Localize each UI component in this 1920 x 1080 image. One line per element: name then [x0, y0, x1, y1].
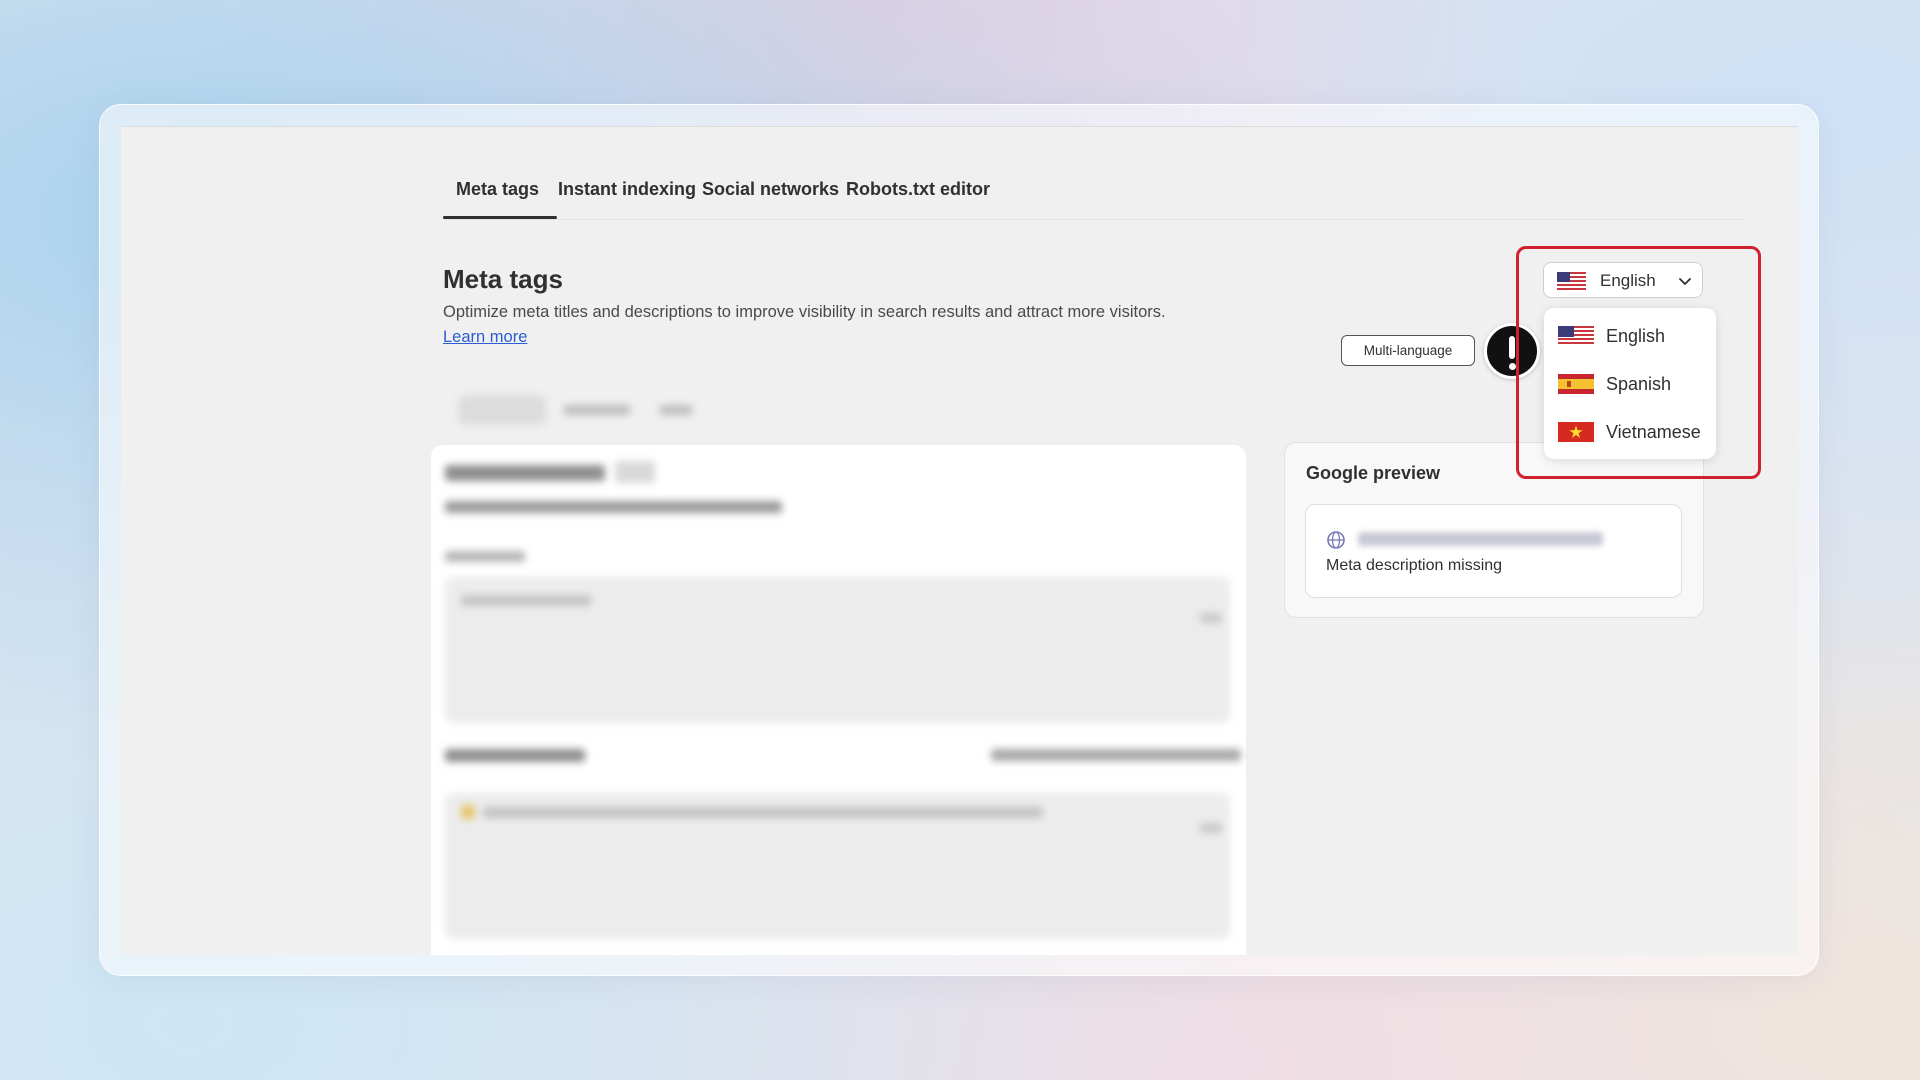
multi-language-badge: Multi-language: [1341, 335, 1475, 366]
top-tabs: Meta tags Instant indexing Social networ…: [443, 127, 1743, 220]
blurred-hint: [991, 749, 1241, 761]
blurred-label: [445, 749, 585, 762]
language-dropdown: English Spanish Vietnamese: [1544, 308, 1716, 459]
spain-flag-icon: [1558, 374, 1594, 394]
blurred-subtab[interactable]: [458, 395, 546, 425]
language-option-spanish[interactable]: Spanish: [1544, 362, 1716, 406]
google-preview-title: Google preview: [1306, 463, 1441, 483]
tab-social-networks[interactable]: Social networks: [702, 179, 839, 200]
language-option-label: Spanish: [1606, 374, 1672, 394]
blurred-description-field[interactable]: [445, 793, 1230, 939]
vietnam-flag-icon: [1558, 422, 1594, 442]
language-option-vietnamese[interactable]: Vietnamese: [1544, 410, 1716, 454]
blurred-label: [445, 551, 525, 562]
us-flag-icon: [1557, 272, 1586, 290]
us-flag-icon: [1558, 326, 1594, 346]
language-option-label: Vietnamese: [1606, 422, 1701, 442]
blurred-badge: [615, 461, 655, 483]
meta-editor-card: [431, 445, 1246, 955]
active-tab-indicator: [443, 216, 557, 219]
blurred-subtab[interactable]: [554, 395, 640, 425]
blurred-url: [1358, 532, 1603, 546]
language-option-english[interactable]: English: [1544, 314, 1716, 358]
preview-snippet: Meta description missing: [1305, 504, 1682, 598]
globe-icon: [1327, 531, 1345, 549]
meta-description-missing: Meta description missing: [1326, 557, 1503, 574]
tab-robots-editor[interactable]: Robots.txt editor: [846, 179, 990, 200]
learn-more-link[interactable]: Learn more: [443, 328, 527, 347]
blurred-subtab[interactable]: [650, 395, 702, 425]
chevron-down-icon: [1679, 278, 1691, 285]
blurred-title-field[interactable]: [445, 577, 1230, 723]
page-title: Meta tags: [443, 264, 563, 294]
language-select[interactable]: English: [1543, 262, 1703, 298]
tab-meta-tags[interactable]: Meta tags: [456, 179, 539, 200]
tab-instant-indexing[interactable]: Instant indexing: [558, 179, 696, 200]
page-subtitle: Optimize meta titles and descriptions to…: [443, 303, 1166, 321]
language-option-label: English: [1606, 326, 1666, 346]
blurred-heading: [445, 465, 605, 481]
app-window: Meta tags Instant indexing Social networ…: [121, 126, 1798, 955]
blurred-description: [445, 501, 782, 513]
blurred-content: [431, 445, 1246, 955]
selected-language: English: [1600, 271, 1656, 290]
